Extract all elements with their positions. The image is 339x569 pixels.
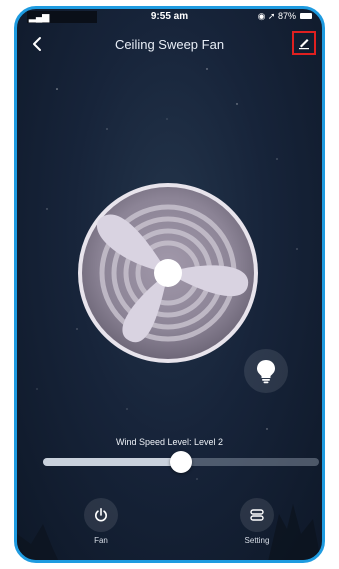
slider-thumb[interactable] <box>170 451 192 473</box>
power-icon <box>95 507 107 522</box>
navigation-bar: Ceiling Sweep Fan <box>17 31 322 59</box>
fan-visual[interactable] <box>76 181 260 365</box>
wind-speed-label: Wind Speed Level: Level 2 <box>115 437 224 447</box>
light-toggle-button[interactable] <box>244 349 288 393</box>
status-right: ◉ ➚ 87% <box>258 11 296 22</box>
page-title: Ceiling Sweep Fan <box>114 37 225 52</box>
settings-toggle-icon <box>250 509 264 521</box>
tab-setting-label: Setting <box>244 536 270 545</box>
fan-hub <box>154 259 182 287</box>
edit-button[interactable] <box>292 31 316 55</box>
tab-setting[interactable]: Setting <box>227 498 287 545</box>
fan-power-button[interactable] <box>84 498 118 532</box>
status-bar: ▂▄▆ 9:55 am ◉ ➚ 87% <box>17 9 322 25</box>
battery-percent: 87% <box>277 11 296 21</box>
wind-speed-slider[interactable] <box>43 451 319 473</box>
battery-icon <box>300 13 312 19</box>
edit-pencil-icon <box>299 39 309 50</box>
setting-button[interactable] <box>240 498 274 532</box>
bottom-bar: Fan Setting <box>17 490 322 560</box>
slider-fill <box>43 458 181 466</box>
location-icon: ◉ ➚ <box>257 11 278 21</box>
tab-fan-label: Fan <box>94 536 108 545</box>
tab-fan[interactable]: Fan <box>71 498 131 545</box>
phone-frame: ▂▄▆ 9:55 am ◉ ➚ 87% Ceiling Sweep Fan Wi… <box>14 6 325 563</box>
light-bulb-icon <box>257 360 275 384</box>
